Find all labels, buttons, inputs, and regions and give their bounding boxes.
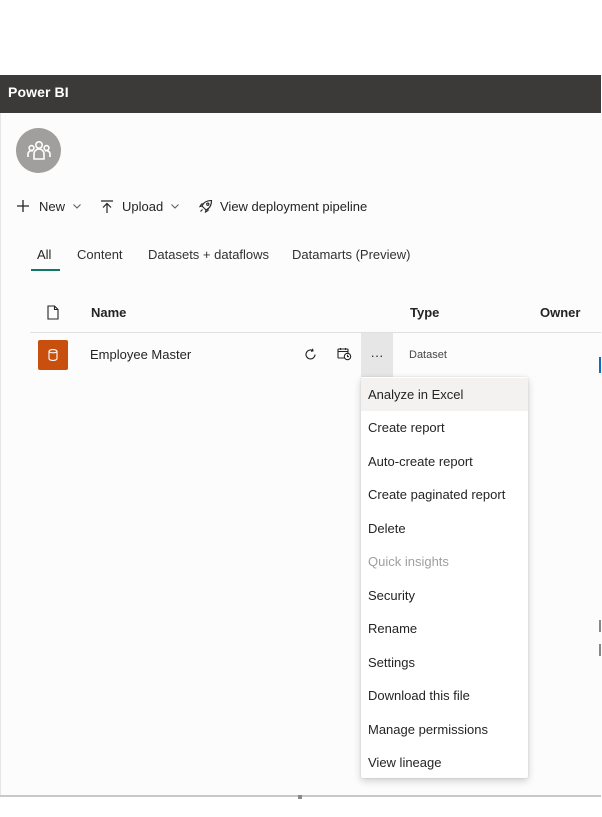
tab-datasets-dataflows[interactable]: Datasets + dataflows xyxy=(148,247,269,262)
chevron-down-icon xyxy=(171,203,180,209)
app-header: Power BI xyxy=(0,75,601,113)
upload-icon xyxy=(101,199,113,213)
menu-item-analyze-in-excel[interactable]: Analyze in Excel xyxy=(361,378,528,411)
item-type: Dataset xyxy=(409,349,447,361)
column-header-owner[interactable]: Owner xyxy=(540,305,580,320)
menu-item-quick-insights: Quick insights xyxy=(368,554,449,569)
menu-item-create-paginated-report[interactable]: Create paginated report xyxy=(361,478,528,511)
more-options-icon: ··· xyxy=(370,347,384,363)
more-options-menu: Analyze in Excel Create report Auto-crea… xyxy=(361,377,528,778)
menu-item-rename[interactable]: Rename xyxy=(361,612,528,645)
refresh-button[interactable] xyxy=(301,345,319,363)
edge-divider xyxy=(599,620,601,632)
scrollbar-indicator[interactable] xyxy=(599,357,601,373)
menu-item-download-this-file[interactable]: Download this file xyxy=(361,679,528,712)
tab-content[interactable]: Content xyxy=(77,247,123,262)
menu-item-delete[interactable]: Delete xyxy=(361,512,528,545)
tab-datamarts-preview[interactable]: Datamarts (Preview) xyxy=(292,247,410,262)
view-deployment-pipeline-label: View deployment pipeline xyxy=(220,198,368,214)
more-options-button[interactable]: ··· xyxy=(361,333,393,377)
upload-button-label: Upload xyxy=(122,198,164,214)
active-tab-indicator xyxy=(31,269,60,271)
database-icon xyxy=(48,349,58,361)
menu-item-create-report[interactable]: Create report xyxy=(361,411,528,444)
column-header-name[interactable]: Name xyxy=(91,305,126,320)
view-deployment-pipeline-button[interactable]: View deployment pipeline xyxy=(199,193,367,219)
column-header-type[interactable]: Type xyxy=(410,305,439,320)
menu-item-manage-permissions[interactable]: Manage permissions xyxy=(361,713,528,746)
chevron-down-icon xyxy=(73,203,81,209)
menu-item-settings[interactable]: Settings xyxy=(361,646,528,679)
app-title[interactable]: Power BI xyxy=(8,84,69,100)
schedule-refresh-button[interactable] xyxy=(335,345,353,363)
schedule-refresh-icon xyxy=(336,348,351,361)
menu-item-view-lineage[interactable]: View lineage xyxy=(361,746,528,779)
upload-button[interactable]: Upload xyxy=(101,193,180,219)
resize-handle[interactable] xyxy=(298,795,302,799)
table-header: Name Type Owner xyxy=(30,296,601,333)
rocket-icon xyxy=(199,199,213,213)
menu-item-security[interactable]: Security xyxy=(361,579,528,612)
table-row[interactable]: Employee Master ··· Dataset xyxy=(30,333,601,377)
new-button[interactable]: New xyxy=(17,193,81,219)
workspace-people-icon xyxy=(26,140,51,160)
item-name-link[interactable]: Employee Master xyxy=(90,347,191,362)
file-type-icon xyxy=(47,305,59,320)
tab-all[interactable]: All xyxy=(37,247,51,262)
edge-divider xyxy=(599,644,601,656)
menu-item-auto-create-report[interactable]: Auto-create report xyxy=(361,445,528,478)
dataset-icon xyxy=(38,340,68,370)
refresh-icon xyxy=(304,348,316,360)
workspace-avatar xyxy=(16,128,61,173)
workspace-toolbar: New Upload View deployment pipeline xyxy=(0,193,600,219)
plus-icon xyxy=(17,200,29,212)
new-button-label: New xyxy=(39,198,66,214)
